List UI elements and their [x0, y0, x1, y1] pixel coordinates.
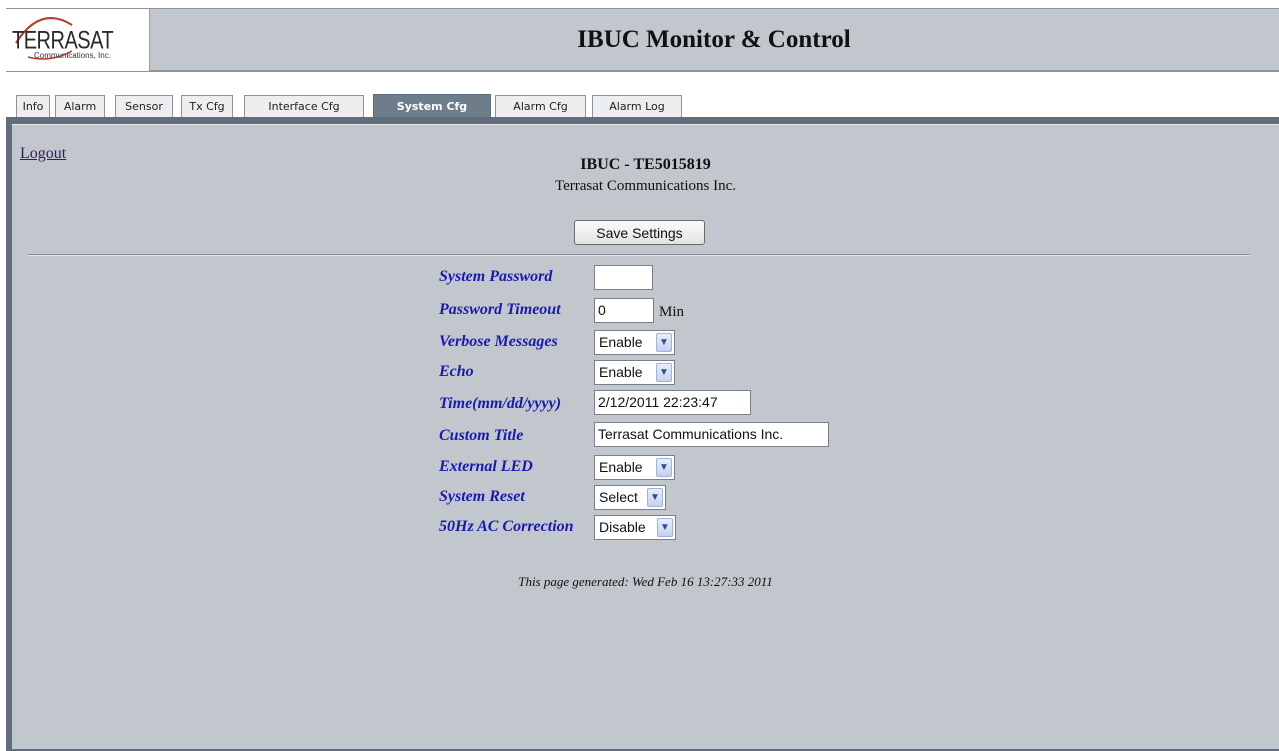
- tab-alarm-cfg[interactable]: Alarm Cfg: [495, 95, 586, 117]
- external-led-value: Enable: [599, 459, 643, 475]
- chevron-down-icon[interactable]: ▼: [656, 363, 672, 382]
- echo-value: Enable: [599, 364, 643, 380]
- app-header: TERRASAT Communications, Inc. IBUC Monit…: [6, 8, 1279, 72]
- chevron-down-icon[interactable]: ▼: [656, 458, 672, 477]
- system-password-field[interactable]: [594, 265, 653, 290]
- tab-alarm-log[interactable]: Alarm Log: [592, 95, 682, 117]
- system-reset-value: Select: [599, 489, 638, 505]
- timeout-unit-label: Min: [659, 304, 685, 320]
- system-reset-select[interactable]: Select ▼: [594, 485, 666, 510]
- tab-tx-cfg[interactable]: Tx Cfg: [181, 95, 233, 117]
- tab-interface-cfg[interactable]: Interface Cfg: [244, 95, 364, 117]
- app-title: IBUC Monitor & Control: [577, 26, 851, 53]
- logo-subtitle: Communications, Inc.: [34, 51, 111, 60]
- tab-info[interactable]: Info: [16, 95, 50, 117]
- ac-correction-label: 50Hz AC Correction: [439, 518, 574, 535]
- echo-label: Echo: [439, 363, 474, 380]
- echo-select[interactable]: Enable ▼: [594, 360, 675, 385]
- tab-sensor[interactable]: Sensor: [115, 95, 173, 117]
- password-timeout-field[interactable]: 0: [594, 298, 654, 323]
- custom-title-field[interactable]: Terrasat Communications Inc.: [594, 422, 829, 447]
- save-settings-button[interactable]: Save Settings: [574, 220, 705, 245]
- chevron-down-icon[interactable]: ▼: [647, 488, 663, 507]
- device-name: IBUC - TE5015819: [580, 156, 711, 173]
- main-panel-frame: Logout IBUC - TE5015819 Terrasat Communi…: [6, 117, 1279, 751]
- chevron-down-icon[interactable]: ▼: [657, 518, 673, 537]
- verbose-messages-value: Enable: [599, 334, 643, 350]
- system-password-label: System Password: [439, 268, 553, 285]
- verbose-messages-select[interactable]: Enable ▼: [594, 330, 675, 355]
- ac-correction-value: Disable: [599, 519, 646, 535]
- terrasat-logo: TERRASAT Communications, Inc.: [6, 9, 150, 71]
- page-generated-timestamp: This page generated: Wed Feb 16 13:27:33…: [518, 574, 773, 589]
- custom-title-label: Custom Title: [439, 427, 524, 444]
- tab-system-cfg[interactable]: System Cfg: [373, 94, 491, 118]
- external-led-label: External LED: [439, 458, 533, 475]
- time-label: Time(mm/dd/yyyy): [439, 395, 562, 412]
- time-field[interactable]: 2/12/2011 22:23:47: [594, 390, 751, 415]
- chevron-down-icon[interactable]: ▼: [656, 333, 672, 352]
- ac-correction-select[interactable]: Disable ▼: [594, 515, 676, 540]
- main-panel: Logout IBUC - TE5015819 Terrasat Communi…: [12, 124, 1279, 749]
- verbose-messages-label: Verbose Messages: [439, 333, 558, 350]
- external-led-select[interactable]: Enable ▼: [594, 455, 675, 480]
- divider: [28, 254, 1250, 256]
- password-timeout-label: Password Timeout: [439, 301, 561, 318]
- company-name: Terrasat Communications Inc.: [555, 178, 736, 194]
- tab-alarm[interactable]: Alarm: [55, 95, 105, 117]
- system-reset-label: System Reset: [439, 488, 525, 505]
